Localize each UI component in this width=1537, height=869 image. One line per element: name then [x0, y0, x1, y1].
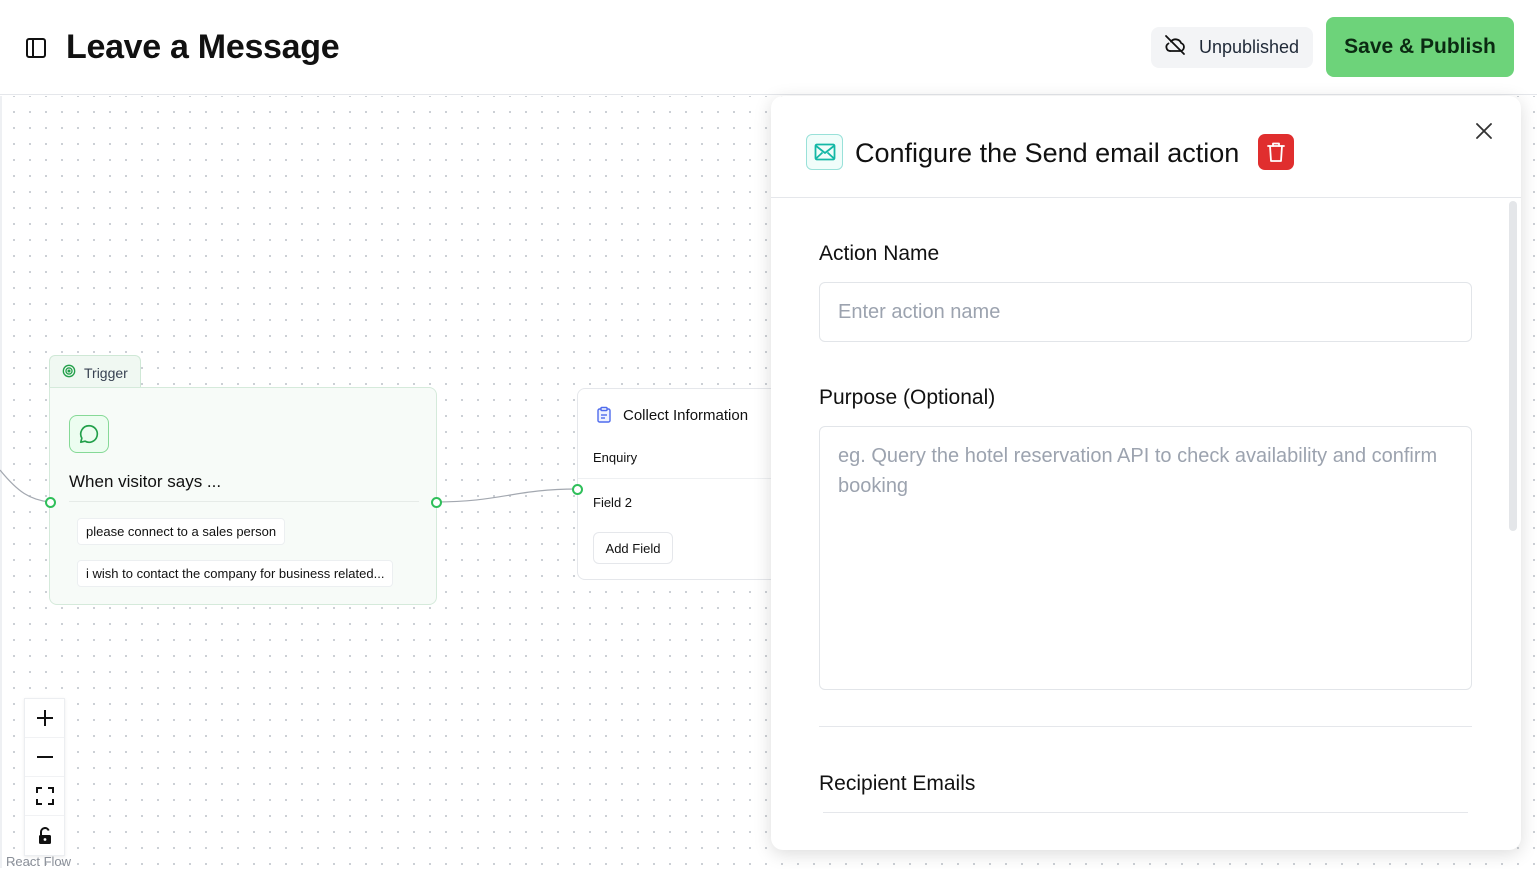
divider	[823, 812, 1468, 813]
zoom-out-button[interactable]	[25, 738, 64, 777]
top-header: Leave a Message Unpublished Save & Publi…	[0, 0, 1537, 95]
canvas-controls	[24, 698, 65, 856]
divider	[819, 726, 1472, 727]
status-label: Unpublished	[1199, 37, 1300, 57]
collect-field-item[interactable]: Enquiry	[593, 450, 637, 465]
trigger-output-handle[interactable]	[431, 497, 442, 508]
plus-icon	[36, 710, 53, 726]
page-title: Leave a Message	[66, 28, 340, 66]
delete-action-button[interactable]	[1258, 134, 1294, 170]
panel-title: Configure the Send email action	[855, 138, 1240, 168]
lock-icon	[38, 826, 51, 844]
trigger-heading: When visitor says ...	[69, 472, 222, 491]
publish-status-badge[interactable]: Unpublished	[1151, 27, 1313, 68]
lock-button[interactable]	[25, 816, 64, 855]
trigger-tab[interactable]: Trigger	[49, 355, 141, 389]
config-panel: Configure the Send email action Action N…	[771, 96, 1521, 850]
message-circle-icon	[69, 415, 109, 453]
minus-icon	[36, 756, 53, 758]
target-icon	[62, 364, 76, 381]
action-name-input[interactable]	[819, 282, 1472, 342]
divider	[578, 478, 788, 479]
zoom-in-button[interactable]	[25, 699, 64, 738]
fit-view-icon	[35, 787, 54, 805]
react-flow-attribution[interactable]: React Flow	[6, 854, 71, 869]
collect-field-item[interactable]: Field 2	[593, 495, 632, 510]
add-field-button[interactable]: Add Field	[593, 532, 673, 564]
trigger-tab-label: Trigger	[84, 364, 128, 381]
clipboard-icon	[595, 406, 613, 424]
collect-information-node[interactable]: Collect Information Enquiry Field 2 Add …	[577, 388, 788, 580]
trigger-phrase-chip[interactable]: please connect to a sales person	[77, 518, 286, 545]
action-name-label: Action Name	[819, 242, 940, 265]
purpose-label: Purpose (Optional)	[819, 386, 996, 409]
canvas-border	[0, 96, 2, 868]
mail-icon	[806, 134, 843, 170]
close-panel-button[interactable]	[1473, 120, 1495, 142]
fit-view-button[interactable]	[25, 777, 64, 816]
panel-scrollbar[interactable]	[1509, 201, 1517, 531]
panel-header: Configure the Send email action	[771, 96, 1521, 198]
trash-icon	[1267, 142, 1285, 162]
recipient-emails-label: Recipient Emails	[819, 772, 976, 795]
close-icon	[1476, 123, 1492, 139]
trigger-node[interactable]: When visitor says ... please connect to …	[49, 387, 437, 605]
trigger-phrase-chip[interactable]: i wish to contact the company for busine…	[77, 560, 394, 587]
collect-input-handle[interactable]	[572, 484, 583, 495]
save-publish-button[interactable]: Save & Publish	[1326, 17, 1514, 77]
collect-node-title: Collect Information	[623, 407, 749, 424]
trigger-input-handle[interactable]	[45, 497, 56, 508]
purpose-textarea[interactable]	[819, 426, 1472, 690]
divider	[69, 501, 419, 502]
sidebar-toggle-icon[interactable]	[24, 36, 48, 60]
cloud-off-icon	[1163, 33, 1187, 62]
